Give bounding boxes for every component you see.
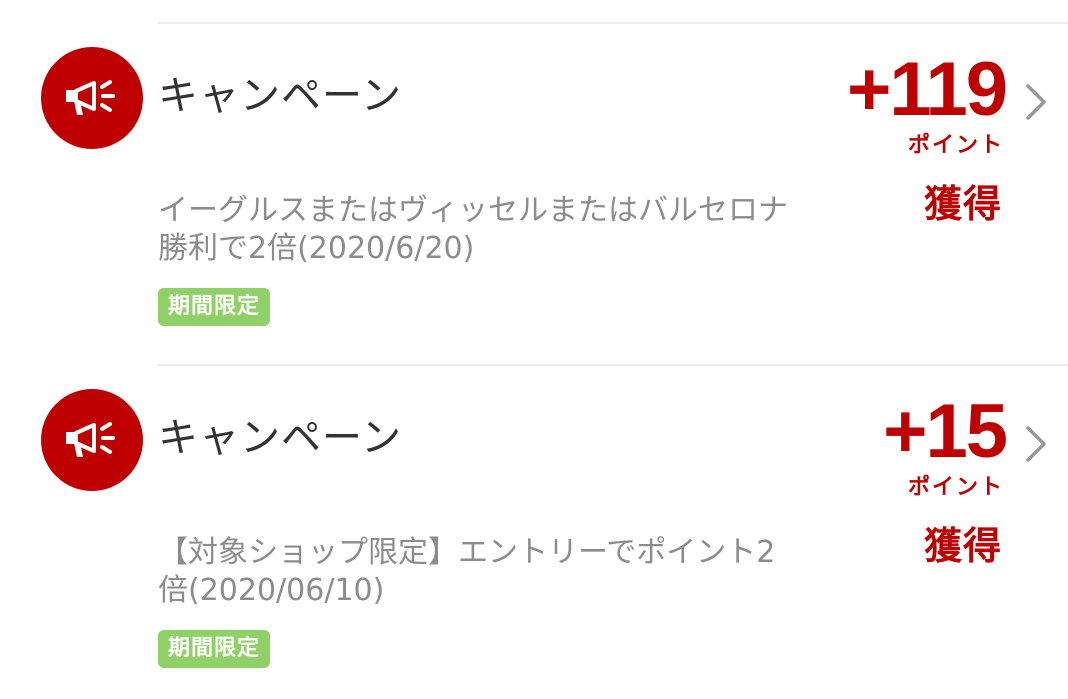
status-label: 獲得	[923, 182, 1002, 226]
limited-time-badge: 期間限定	[158, 630, 271, 668]
item-category-label: キャンペーン	[158, 415, 402, 461]
megaphone-icon	[41, 47, 143, 149]
points-value: +15	[883, 389, 1008, 474]
item-category-label: キャンペーン	[158, 73, 402, 119]
list-item-campaign-1[interactable]: キャンペーン +119 ポイント 獲得 イーグルスまたはヴィッセルまたはバルセロ…	[0, 24, 1068, 364]
points-unit: ポイント	[907, 133, 1004, 158]
points-value: +119	[847, 47, 1008, 132]
limited-time-badge: 期間限定	[158, 288, 271, 326]
chevron-right-icon	[1026, 84, 1046, 120]
list-item-campaign-2[interactable]: キャンペーン +15 ポイント 獲得 【対象ショップ限定】エントリーでポイント2…	[0, 366, 1068, 699]
status-label: 獲得	[923, 524, 1002, 568]
item-description: イーグルスまたはヴィッセルまたはバルセロナ勝利で2倍(2020/6/20)	[158, 193, 788, 266]
points-unit: ポイント	[907, 475, 1004, 500]
point-history-list: キャンペーン +119 ポイント 獲得 イーグルスまたはヴィッセルまたはバルセロ…	[0, 0, 1068, 699]
item-description: 【対象ショップ限定】エントリーでポイント2倍(2020/06/10)	[158, 535, 776, 608]
megaphone-icon	[41, 389, 143, 491]
chevron-right-icon	[1026, 426, 1046, 462]
points-amount: +15 ポイント	[883, 389, 1008, 502]
points-amount: +119 ポイント	[847, 47, 1008, 160]
